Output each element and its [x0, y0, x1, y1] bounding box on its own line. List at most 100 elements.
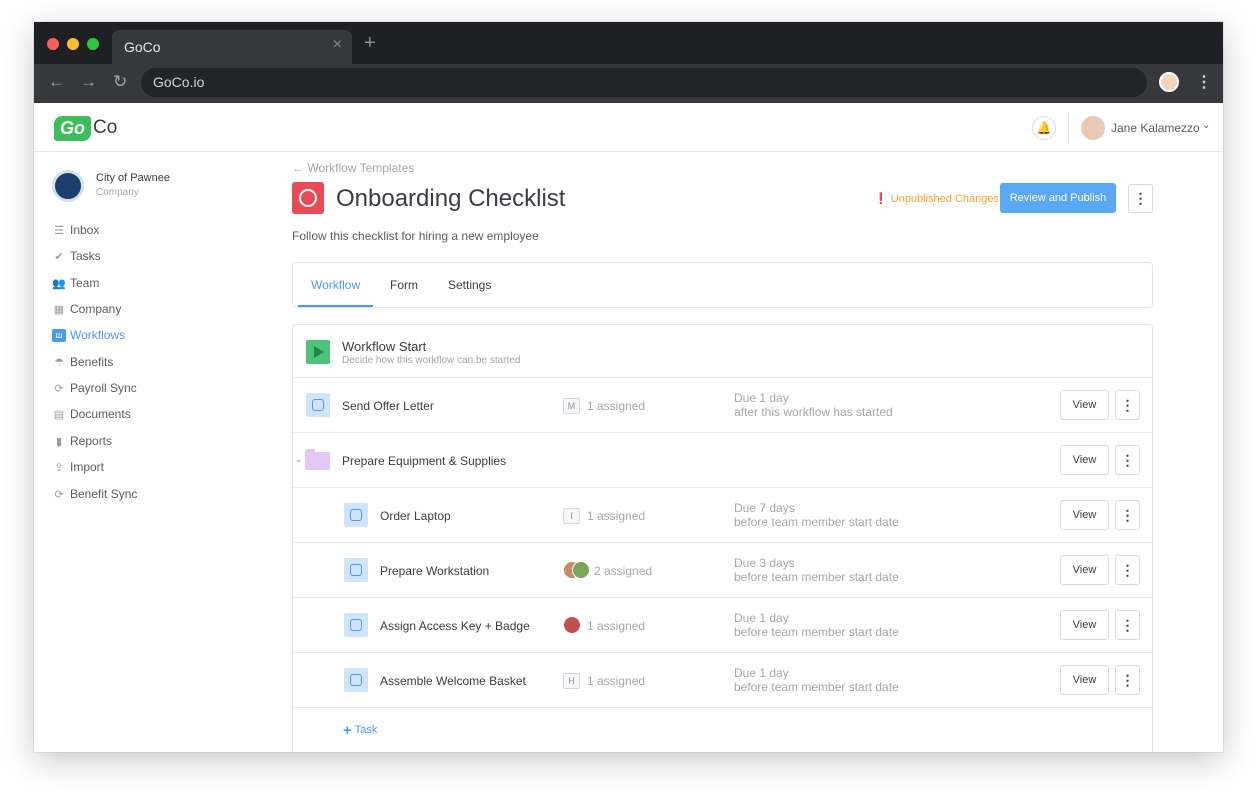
tab-form[interactable]: Form	[390, 278, 418, 292]
checkbox-icon[interactable]	[306, 393, 330, 417]
app-header: Go Co 🔔 Jane Kalamezzo ⌄	[34, 103, 1223, 152]
task-row[interactable]: Prepare Workstation 2 assigned Due 3 day…	[293, 543, 1152, 598]
row-more-options-button[interactable]: ⋮	[1115, 445, 1140, 475]
sidebar-item-inbox[interactable]: ☰ Inbox	[52, 220, 99, 240]
assignee-avatar	[572, 561, 590, 579]
workflow-icon: ш	[52, 328, 66, 342]
bell-icon[interactable]: 🔔	[1032, 116, 1056, 140]
browser-menu-icon[interactable]: ⋮	[1196, 72, 1212, 92]
upload-icon: ⇪	[54, 461, 64, 474]
tab-settings[interactable]: Settings	[448, 278, 491, 292]
task-group-name: Prepare Equipment & Supplies	[342, 454, 507, 468]
sidebar-item-team[interactable]: 👥 Team	[52, 273, 99, 293]
row-more-options-button[interactable]: ⋮	[1115, 555, 1140, 585]
task-name: Assemble Welcome Basket	[380, 674, 526, 688]
sidebar-item-label: Benefit Sync	[70, 487, 138, 501]
row-more-options-button[interactable]: ⋮	[1115, 390, 1140, 420]
sync-icon: ⟳	[54, 488, 64, 501]
page-more-options-button[interactable]: ⋮	[1128, 184, 1153, 213]
reload-icon[interactable]: ↻	[113, 72, 127, 92]
user-avatar[interactable]	[1081, 116, 1105, 140]
chevron-down-icon[interactable]: ⌄	[1202, 120, 1210, 131]
add-task-button[interactable]: + Task	[343, 722, 377, 739]
review-and-publish-button[interactable]: Review and Publish	[1000, 183, 1116, 213]
user-name[interactable]: Jane Kalamezzo	[1111, 121, 1200, 135]
workflow-start-row[interactable]: Workflow Start Decide how this workflow …	[293, 325, 1152, 378]
view-button[interactable]: View	[1060, 555, 1109, 585]
assigned-count: 1 assigned	[587, 399, 646, 413]
workflow-panel: Workflow Start Decide how this workflow …	[292, 324, 1153, 752]
checkbox-icon[interactable]	[344, 613, 368, 637]
sidebar-item-tasks[interactable]: ✔ Tasks	[52, 246, 100, 266]
close-window-button[interactable]	[47, 38, 59, 50]
task-name: Send Offer Letter	[342, 399, 434, 413]
row-more-options-button[interactable]: ⋮	[1115, 500, 1140, 530]
browser-toolbar: ← → ↻ GoCo.io ⋮	[34, 64, 1223, 103]
sidebar-item-payroll-sync[interactable]: ⟳ Payroll Sync	[52, 378, 137, 398]
unpublished-changes-notice: ❗ Unpublished Changes	[874, 193, 999, 205]
browser-profile-avatar[interactable]	[1159, 72, 1179, 92]
browser-window: GoCo × + ← → ↻ GoCo.io ⋮ Go Co 🔔 Jane Ka…	[34, 22, 1223, 752]
sidebar-item-label: Payroll Sync	[70, 381, 137, 395]
checkbox-icon[interactable]	[344, 668, 368, 692]
add-task-label: Task	[354, 724, 378, 736]
new-tab-icon[interactable]: +	[364, 32, 376, 55]
sidebar-item-company[interactable]: ▦ Company	[52, 299, 122, 319]
assignee-initial-badge: M	[563, 398, 580, 414]
onboarding-icon	[292, 182, 324, 214]
view-button[interactable]: View	[1060, 445, 1109, 475]
plus-icon: +	[343, 722, 352, 739]
task-row[interactable]: Send Offer Letter M 1 assigned Due 1 day…	[293, 378, 1152, 433]
checkbox-icon[interactable]	[344, 558, 368, 582]
sidebar-item-label: Import	[70, 460, 105, 474]
sidebar-item-reports[interactable]: ▮ Reports	[52, 431, 112, 451]
due-text: Due 1 day	[734, 666, 789, 680]
sidebar: City of Pawnee Company ☰ Inbox ✔ Tasks 👥 Team…	[34, 152, 274, 752]
task-row[interactable]: Order Laptop I 1 assigned Due 7 days bef…	[293, 488, 1152, 543]
back-to-templates-link[interactable]: ← Workflow Templates	[292, 161, 414, 175]
assigned-count: 1 assigned	[587, 674, 646, 688]
checkbox-icon[interactable]	[344, 503, 368, 527]
task-row[interactable]: Assign Access Key + Badge 1 assigned Due…	[293, 598, 1152, 653]
task-group-row[interactable]: ⌄ Prepare Equipment & Supplies View ⋮	[293, 433, 1152, 488]
sidebar-item-import[interactable]: ⇪ Import	[52, 457, 104, 477]
sidebar-item-label: Reports	[70, 434, 113, 448]
browser-tab-bar: GoCo × +	[34, 22, 1223, 64]
chevron-down-icon[interactable]: ⌄	[295, 454, 303, 465]
folder-icon	[305, 449, 330, 470]
sidebar-item-benefit-sync[interactable]: ⟳ Benefit Sync	[52, 484, 137, 504]
close-icon[interactable]: ×	[333, 36, 342, 54]
url-text: GoCo.io	[153, 74, 205, 90]
sidebar-item-label: Company	[70, 302, 122, 316]
due-detail: before team member start date	[734, 680, 899, 694]
tab-workflow[interactable]: Workflow	[311, 278, 360, 292]
view-button[interactable]: View	[1060, 610, 1109, 640]
sidebar-item-workflows[interactable]: ш Workflows	[52, 325, 125, 345]
due-detail: before team member start date	[734, 625, 899, 639]
due-text: Due 1 day	[734, 391, 789, 405]
maximize-window-button[interactable]	[87, 38, 99, 50]
minimize-window-button[interactable]	[67, 38, 79, 50]
view-button[interactable]: View	[1060, 665, 1109, 695]
logo-co-text: Co	[93, 117, 118, 138]
forward-arrow-icon[interactable]: →	[80, 72, 97, 92]
view-button[interactable]: View	[1060, 390, 1109, 420]
check-icon: ✔	[54, 250, 64, 263]
due-text: Due 3 days	[734, 556, 795, 570]
company-subtitle: Company	[96, 187, 139, 198]
assigned-count: 1 assigned	[587, 619, 646, 633]
task-row[interactable]: Assemble Welcome Basket H 1 assigned Due…	[293, 653, 1152, 708]
play-icon	[306, 340, 330, 364]
workflow-start-subtitle: Decide how this workflow can be started	[342, 355, 521, 366]
back-arrow-icon[interactable]: ←	[48, 72, 65, 92]
sidebar-item-documents[interactable]: ▤ Documents	[52, 404, 131, 424]
sidebar-item-benefits[interactable]: ☂ Benefits	[52, 352, 113, 372]
browser-tab[interactable]: GoCo ×	[112, 30, 352, 64]
row-more-options-button[interactable]: ⋮	[1115, 665, 1140, 695]
address-bar[interactable]: GoCo.io	[141, 68, 1147, 97]
row-more-options-button[interactable]: ⋮	[1115, 610, 1140, 640]
goco-logo[interactable]: Go Co	[54, 115, 117, 141]
sidebar-item-label: Team	[70, 276, 100, 290]
view-button[interactable]: View	[1060, 500, 1109, 530]
sidebar-item-label: Inbox	[70, 223, 100, 237]
